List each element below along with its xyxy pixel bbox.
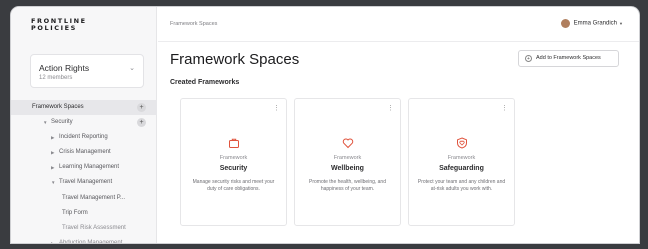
sidebar-item-framework-spaces[interactable]: Framework Spaces + <box>11 100 157 115</box>
sidebar-item-learning-management[interactable]: ▶ Learning Management <box>11 160 157 175</box>
org-switcher[interactable]: Action Rights 12 members ⌄ <box>30 54 144 88</box>
sidebar-item-label: Incident Reporting <box>59 134 108 140</box>
more-options-icon[interactable]: ⋮ <box>273 104 280 112</box>
card-description: Promote the health, wellbeing, and happi… <box>309 179 386 192</box>
header-divider <box>158 41 639 42</box>
sidebar-item-travel-risk-assessment[interactable]: Travel Risk Assessment <box>11 221 157 236</box>
sidebar-item-label: Framework Spaces <box>32 104 84 110</box>
heart-icon <box>342 138 354 149</box>
add-icon[interactable]: + <box>137 103 146 112</box>
caret-down-icon[interactable]: ▼ <box>43 115 47 130</box>
caret-right-icon[interactable]: ▶ <box>51 145 54 160</box>
org-name: Action Rights <box>39 63 90 73</box>
user-menu[interactable]: Emma Grandich ▼ <box>560 19 623 28</box>
heart-shield-icon <box>457 137 467 149</box>
sidebar-item-crisis-management[interactable]: ▶ Crisis Management <box>11 145 157 160</box>
briefcase-icon <box>229 138 239 148</box>
logo[interactable]: FRONTLINE POLICIES <box>31 18 95 32</box>
main-content: Framework Spaces Emma Grandich ▼ Framewor… <box>158 7 639 243</box>
sidebar-item-label: Travel Management P... <box>62 195 126 201</box>
sidebar-item-trip-form[interactable]: Trip Form <box>11 206 157 221</box>
sidebar-item-security[interactable]: ▼ Security + <box>11 115 157 130</box>
sidebar-item-abduction-management[interactable]: ▶ Abduction Management <box>11 236 157 244</box>
avatar <box>560 19 570 28</box>
sidebar-item-label: Travel Risk Assessment <box>62 225 126 231</box>
add-icon[interactable]: + <box>137 118 146 127</box>
caret-down-icon: ▼ <box>619 21 623 26</box>
breadcrumb[interactable]: Framework Spaces <box>170 21 217 27</box>
add-button-label: Add to Framework Spaces <box>536 55 601 61</box>
framework-card-wellbeing[interactable]: ⋮ Framework Wellbeing Promote the health… <box>294 98 401 226</box>
sidebar-item-incident-reporting[interactable]: ▶ Incident Reporting <box>11 130 157 145</box>
card-title: Safeguarding <box>439 165 484 172</box>
card-kind: Framework <box>219 155 248 161</box>
app-window: FRONTLINE POLICIES Action Rights 12 memb… <box>10 6 640 244</box>
sidebar-item-travel-management-p[interactable]: Travel Management P... <box>11 191 157 206</box>
user-name: Emma Grandich <box>573 20 618 27</box>
card-kind: Framework <box>333 155 362 161</box>
sidebar-item-label: Travel Management <box>59 179 113 185</box>
page-title: Framework Spaces <box>170 51 300 68</box>
caret-right-icon[interactable]: ▶ <box>51 130 54 145</box>
sidebar-item-label: Crisis Management <box>59 149 111 155</box>
more-options-icon[interactable]: ⋮ <box>387 104 394 112</box>
sidebar-item-label: Learning Management <box>59 164 120 170</box>
card-description: Protect your team and any children and a… <box>417 179 506 192</box>
chevron-down-icon: ⌄ <box>129 65 135 72</box>
org-members: 12 members <box>39 75 73 81</box>
card-kind: Framework <box>447 155 476 161</box>
sidebar-item-label: Security <box>51 119 73 125</box>
sidebar-item-label: Abduction Management <box>59 240 123 244</box>
sidebar-item-label: Trip Form <box>62 210 88 216</box>
framework-card-safeguarding[interactable]: ⋮ Framework Safeguarding Protect your te… <box>408 98 515 226</box>
card-title: Security <box>219 165 248 172</box>
caret-right-icon[interactable]: ▶ <box>51 236 54 243</box>
section-title: Created Frameworks <box>170 79 240 86</box>
card-description: Manage security risks and meet your duty… <box>192 179 275 192</box>
card-title: Wellbeing <box>331 165 364 172</box>
sidebar-item-travel-management[interactable]: ▼ Travel Management <box>11 175 157 190</box>
caret-right-icon[interactable]: ▶ <box>51 160 54 175</box>
more-options-icon[interactable]: ⋮ <box>501 104 508 112</box>
sidebar: FRONTLINE POLICIES Action Rights 12 memb… <box>11 7 157 243</box>
framework-card-security[interactable]: ⋮ Framework Security Manage security ris… <box>180 98 287 226</box>
caret-down-icon[interactable]: ▼ <box>51 175 55 190</box>
add-to-framework-spaces-button[interactable]: + Add to Framework Spaces <box>518 50 619 67</box>
plus-icon: + <box>525 55 532 62</box>
logo-line2: POLICIES <box>31 24 77 32</box>
